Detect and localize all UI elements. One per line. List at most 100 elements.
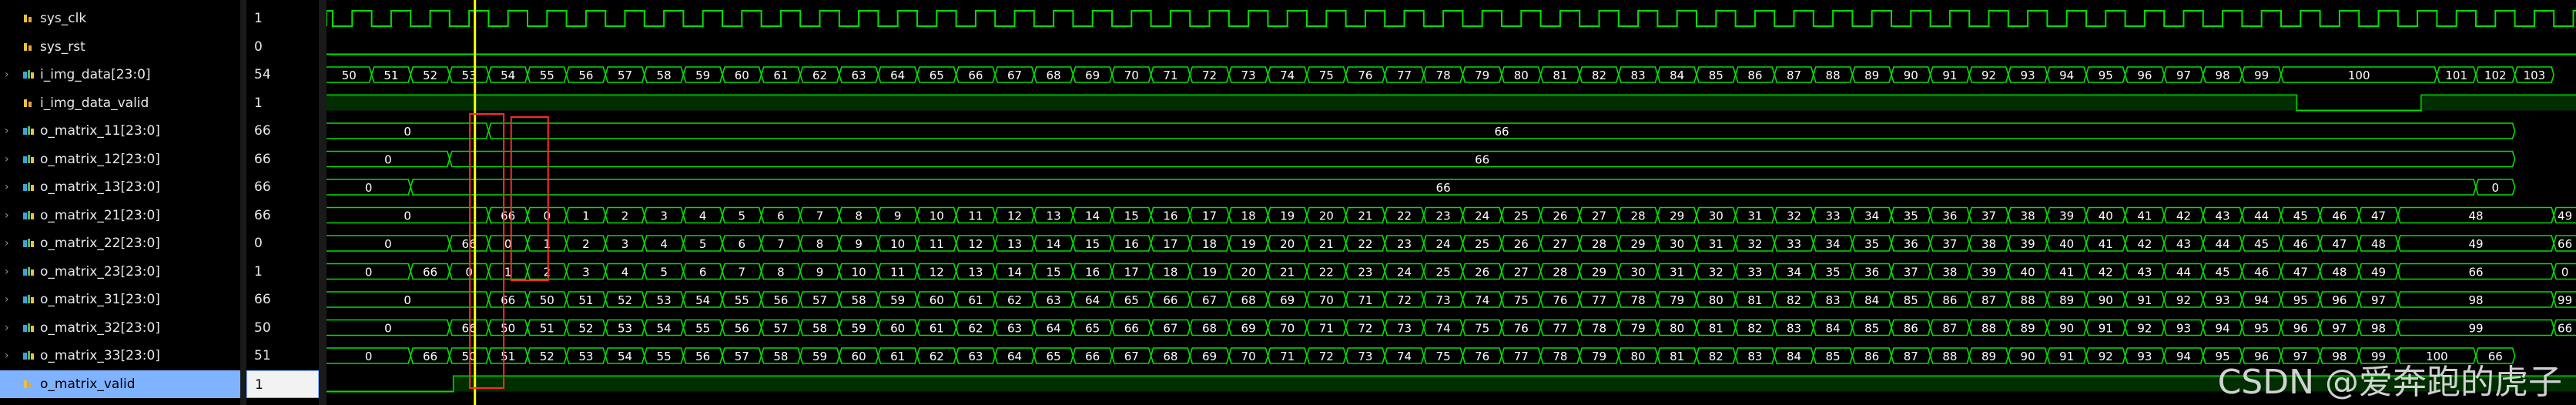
bus-value-label: 60 [890,322,905,336]
bus-value-label: 93 [2021,69,2035,82]
watermark: CSDN @爱奔跑的虎子 [2217,363,2562,402]
bus-value-label: 18 [1163,266,1177,279]
bus-value-label: 65 [930,69,944,82]
bus-value-label: 37 [1904,266,1918,279]
bus-value-label: 66 [1494,125,1509,139]
bus-value-label: 78 [1553,350,1567,363]
bus-value-label: 56 [695,350,710,363]
bus-value-label: 80 [1709,293,1723,307]
bus-value-label: 94 [2176,350,2191,363]
bus-value-label: 29 [1670,209,1684,223]
bus-value-label: 83 [1747,350,1762,363]
signal-row-o-matrix-31[interactable]: › o_matrix_31[23:0] [0,286,240,313]
panel-splitter-2[interactable] [319,0,327,405]
expand-chevron-icon[interactable]: › [5,342,9,370]
signal-row-i-img-data[interactable]: › i_img_data[23:0] [0,61,240,89]
waveform-canvas[interactable]: 50 51 52 53 54 55 56 57 58 59 60 61 62 63 64 65 66 67 68 69… [327,0,2576,405]
bus-value-label: 75 [1319,69,1334,82]
bus-value-label: 47 [2371,209,2386,223]
bus-signal-icon [23,210,34,219]
bus-value-label: 0 [384,322,392,336]
bus-value-label: 17 [1124,266,1139,279]
signal-row-o-matrix-12[interactable]: › o_matrix_12[23:0] [0,146,240,173]
signal-name-label: o_matrix_33[23:0] [40,348,160,363]
expand-chevron-icon[interactable]: › [5,146,9,173]
bus-value-label: 0 [544,209,551,223]
bus-value-label: 81 [1553,69,1567,82]
highlight-box-2 [510,116,549,281]
bus-value-label: 79 [1631,322,1646,336]
bus-value-label: 64 [1085,293,1100,307]
signal-row-o-matrix-valid[interactable]: o_matrix_valid [0,370,240,398]
bus-value-label: 70 [1280,322,1295,336]
bus-value-label: 70 [1124,69,1139,82]
bus-value-label: 5 [660,266,668,279]
bus-value-label: 38 [2021,209,2035,223]
expand-chevron-icon[interactable]: › [5,286,9,313]
bus-value-label: 59 [695,69,710,82]
bus-value-label: 75 [1436,350,1451,363]
bus-value-label: 62 [812,69,827,82]
bus-value-label: 40 [2059,237,2074,251]
signal-name-label: o_matrix_23[23:0] [40,263,160,279]
bus-value-label: 35 [1826,266,1841,279]
bus-value-label: 68 [1241,293,1256,307]
bus-value-label: 65 [1047,350,1061,363]
bus-value-label: 51 [540,322,554,336]
signal-row-sys-rst[interactable]: sys_rst [0,33,240,61]
expand-chevron-icon[interactable]: › [5,314,9,342]
signal-row-o-matrix-21[interactable]: › o_matrix_21[23:0] [0,202,240,229]
bus-value-label: 0 [404,125,411,139]
expand-chevron-icon[interactable]: › [5,61,9,89]
signal-value: 1 [254,95,263,111]
bus-value-label: 31 [1747,209,1762,223]
bus-value-label: 94 [2254,293,2269,307]
bus-value-label: 57 [618,69,632,82]
bus-value-label: 21 [1358,209,1372,223]
bus-value-label: 11 [890,266,905,279]
bus-value-label: 34 [1787,266,1801,279]
bus-value-label: 18 [1202,237,1217,251]
signal-row-o-matrix-22[interactable]: › o_matrix_22[23:0] [0,229,240,257]
bus-value-label: 29 [1592,266,1606,279]
signal-value: 66 [254,179,271,195]
panel-splitter[interactable] [240,0,246,405]
bus-value-label: 8 [816,237,824,251]
bus-value-label: 17 [1163,237,1177,251]
bus-value-label: 92 [2137,322,2152,336]
expand-chevron-icon[interactable]: › [5,117,9,145]
bus-value-label: 52 [618,293,632,307]
signal-row-o-matrix-33[interactable]: › o_matrix_33[23:0] [0,342,240,370]
bus-value-label: 89 [2021,322,2035,336]
bus-value-label: 25 [1514,209,1529,223]
signal-row-o-matrix-13[interactable]: › o_matrix_13[23:0] [0,173,240,201]
expand-chevron-icon[interactable]: › [5,202,9,229]
bus-value-label: 40 [2099,209,2113,223]
bus-value-label: 74 [1280,69,1295,82]
signal-row-o-matrix-11[interactable]: › o_matrix_11[23:0] [0,117,240,145]
bus-value-label: 23 [1436,209,1451,223]
bus-value-label: 6 [739,237,746,251]
bus-value-label: 66 [1085,350,1100,363]
bus-value-label: 86 [1942,293,1957,307]
bus-value-label: 31 [1709,237,1723,251]
bus-value-label: 67 [1163,322,1177,336]
signal-row-o-matrix-23[interactable]: › o_matrix_23[23:0] [0,258,240,286]
bus-value-label: 33 [1826,209,1841,223]
bus-value-label: 62 [1007,293,1022,307]
bus-value-label: 0 [365,266,373,279]
expand-chevron-icon[interactable]: › [5,258,9,286]
bus-value-label: 87 [1981,293,1996,307]
bus-value-label: 55 [735,293,749,307]
expand-chevron-icon[interactable]: › [5,229,9,257]
signal-row-i-img-data-valid[interactable]: i_img_data_valid [0,89,240,117]
expand-chevron-icon[interactable]: › [5,173,9,201]
signal-row-o-matrix-32[interactable]: › o_matrix_32[23:0] [0,314,240,342]
bus-value-label: 89 [1864,69,1879,82]
bus-value-label: 80 [1670,322,1684,336]
bus-value-label: 80 [1514,69,1529,82]
bus-value-label: 61 [930,322,944,336]
signal-name-label: o_matrix_13[23:0] [40,179,160,195]
signal-row-sys-clk[interactable]: sys_clk [0,5,240,32]
bus-value-label: 98 [2216,69,2230,82]
